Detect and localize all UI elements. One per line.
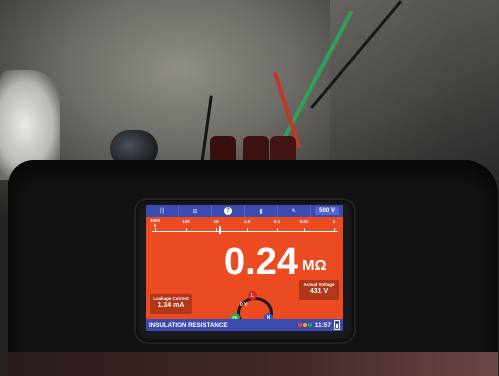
- scale-label: 1.0: [243, 219, 251, 224]
- leakage-current-label: Leakage Current: [153, 296, 189, 301]
- indicator-icon: ▮: [259, 208, 263, 215]
- help-button[interactable]: ?: [212, 205, 245, 217]
- top-toolbar: ||| ⊞ ? ▮ 🔇︎ 500 V: [146, 205, 343, 217]
- scale-label: 100: [182, 219, 190, 224]
- scale-tick: [186, 228, 187, 232]
- mute-icon: 🔇︎: [292, 207, 296, 214]
- line-terminal-icon: L: [248, 291, 257, 300]
- range-selector[interactable]: 500 V: [311, 205, 343, 217]
- actual-voltage-value: 431 V: [309, 288, 329, 295]
- menu-icon: |||: [159, 208, 165, 214]
- scale-bar: [152, 231, 338, 232]
- sound-button[interactable]: 🔇︎: [278, 205, 311, 217]
- status-dot: [297, 323, 302, 327]
- scale-pointer: [219, 226, 221, 234]
- help-icon: ?: [224, 207, 232, 215]
- leakage-current-box: Leakage Current 1.34 mA: [150, 294, 192, 314]
- status-dot: [302, 323, 307, 327]
- battery-icon: [334, 320, 340, 330]
- scale-tick: [334, 228, 335, 232]
- indicator-button[interactable]: ▮: [245, 205, 278, 217]
- scale-label: 10: [213, 219, 219, 224]
- scale-label: 0.01: [299, 219, 309, 224]
- scale-tick: [216, 228, 217, 232]
- scale-tick: [155, 228, 156, 232]
- menu-button[interactable]: |||: [146, 205, 179, 217]
- resistance-scale: 1000 k 100 10 1.0 0.1 0.01 1: [150, 218, 338, 239]
- terminal-voltage: 0 V: [240, 302, 248, 308]
- clock: 11:57: [314, 321, 331, 329]
- scale-label: 1: [332, 219, 336, 224]
- scale-tick: [277, 228, 278, 232]
- scale-label: 0.1: [273, 219, 281, 224]
- scale-tick: [247, 228, 248, 232]
- tester-edge: [8, 352, 498, 376]
- lcd-screen: ||| ⊞ ? ▮ 🔇︎ 500 V 1000 k 100 10 1.0 0.1…: [146, 205, 343, 331]
- status-indicators: [297, 323, 312, 327]
- range-label: 500 V: [315, 207, 339, 215]
- actual-voltage-label: Actual Voltage: [303, 282, 335, 287]
- bottom-status-bar: INSULATION RESISTANCE 11:57: [146, 319, 343, 331]
- floor-surface: [330, 0, 499, 180]
- test-mode-label: INSULATION RESISTANCE: [149, 321, 228, 329]
- resistance-unit: MΩ: [302, 257, 327, 274]
- grid-icon: ⊞: [192, 208, 198, 215]
- actual-voltage-box: Actual Voltage 431 V: [299, 280, 339, 300]
- grid-button[interactable]: ⊞: [179, 205, 212, 217]
- scale-tick: [304, 228, 305, 232]
- resistance-reading: 0.24: [224, 241, 298, 283]
- leakage-current-value: 1.34 mA: [157, 302, 185, 309]
- status-dot: [307, 323, 312, 327]
